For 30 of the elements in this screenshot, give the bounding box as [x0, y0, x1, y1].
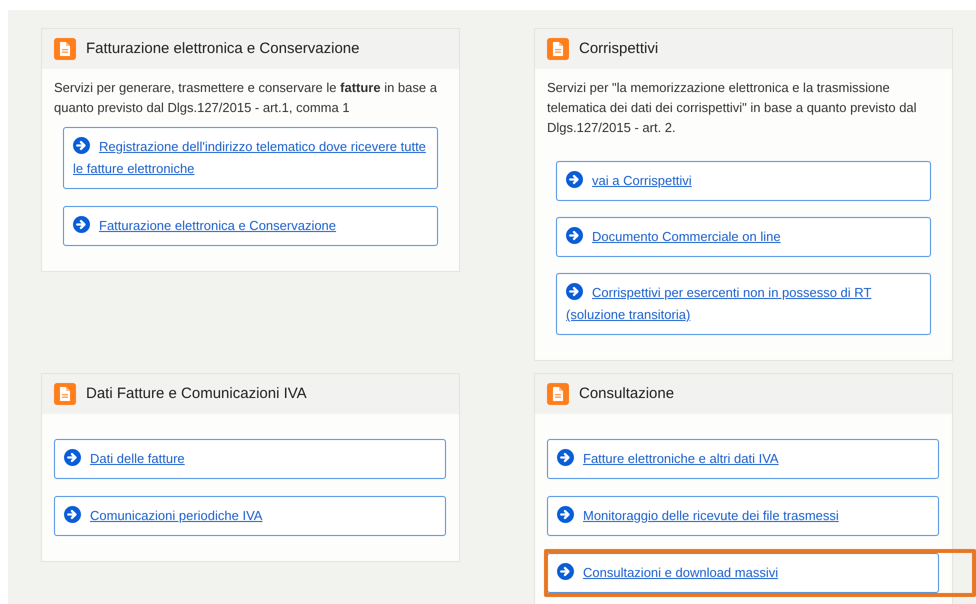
card-title: Corrispettivi — [579, 38, 658, 59]
service-link[interactable]: Comunicazioni periodiche IVA — [54, 496, 446, 536]
service-link[interactable]: Fatturazione elettronica e Conservazione — [63, 206, 438, 246]
service-link[interactable]: Consultazioni e download massivi — [547, 553, 939, 593]
arrow-right-icon — [64, 449, 81, 466]
arrow-right-icon — [73, 137, 90, 154]
document-icon — [547, 383, 569, 405]
service-link[interactable]: Dati delle fatture — [54, 439, 446, 479]
service-link[interactable]: Corrispettivi per esercenti non in possesso di RT (soluzione transitoria) — [556, 273, 931, 335]
arrow-right-icon — [64, 506, 81, 523]
service-link[interactable]: Registrazione dell'indirizzo telematico dove ricevere tutte le fatture elettroniche — [63, 127, 438, 189]
card-description: Servizi per generare, trasmettere e conservare le fatture in base a quanto previsto dal Dlgs.127/2015 - art.1, comma 1 — [54, 79, 438, 117]
document-icon — [54, 383, 76, 405]
arrow-right-icon — [566, 227, 583, 244]
document-icon — [54, 38, 76, 60]
arrow-right-icon — [566, 283, 583, 300]
arrow-right-icon — [566, 171, 583, 188]
card-title: Consultazione — [579, 384, 674, 404]
card-description: Servizi per "la memorizzazione elettronica e la trasmissione telematica dei dati dei corrispettivi" in base a quanto previsto dal Dlgs.127/2015 - art. 2. — [547, 79, 918, 137]
service-link[interactable]: Monitoraggio delle ricevute dei file trasmessi — [547, 496, 939, 536]
arrow-right-icon — [557, 449, 574, 466]
card-title: Dati Fatture e Comunicazioni IVA — [86, 384, 307, 404]
arrow-right-icon — [557, 563, 574, 580]
service-link[interactable]: vai a Corrispettivi — [556, 161, 931, 201]
card-title: Fatturazione elettronica e Conservazione — [86, 38, 360, 59]
document-icon — [547, 38, 569, 60]
service-link[interactable]: Fatture elettroniche e altri dati IVA — [547, 439, 939, 479]
arrow-right-icon — [557, 506, 574, 523]
service-link[interactable]: Documento Commerciale on line — [556, 217, 931, 257]
arrow-right-icon — [73, 216, 90, 233]
